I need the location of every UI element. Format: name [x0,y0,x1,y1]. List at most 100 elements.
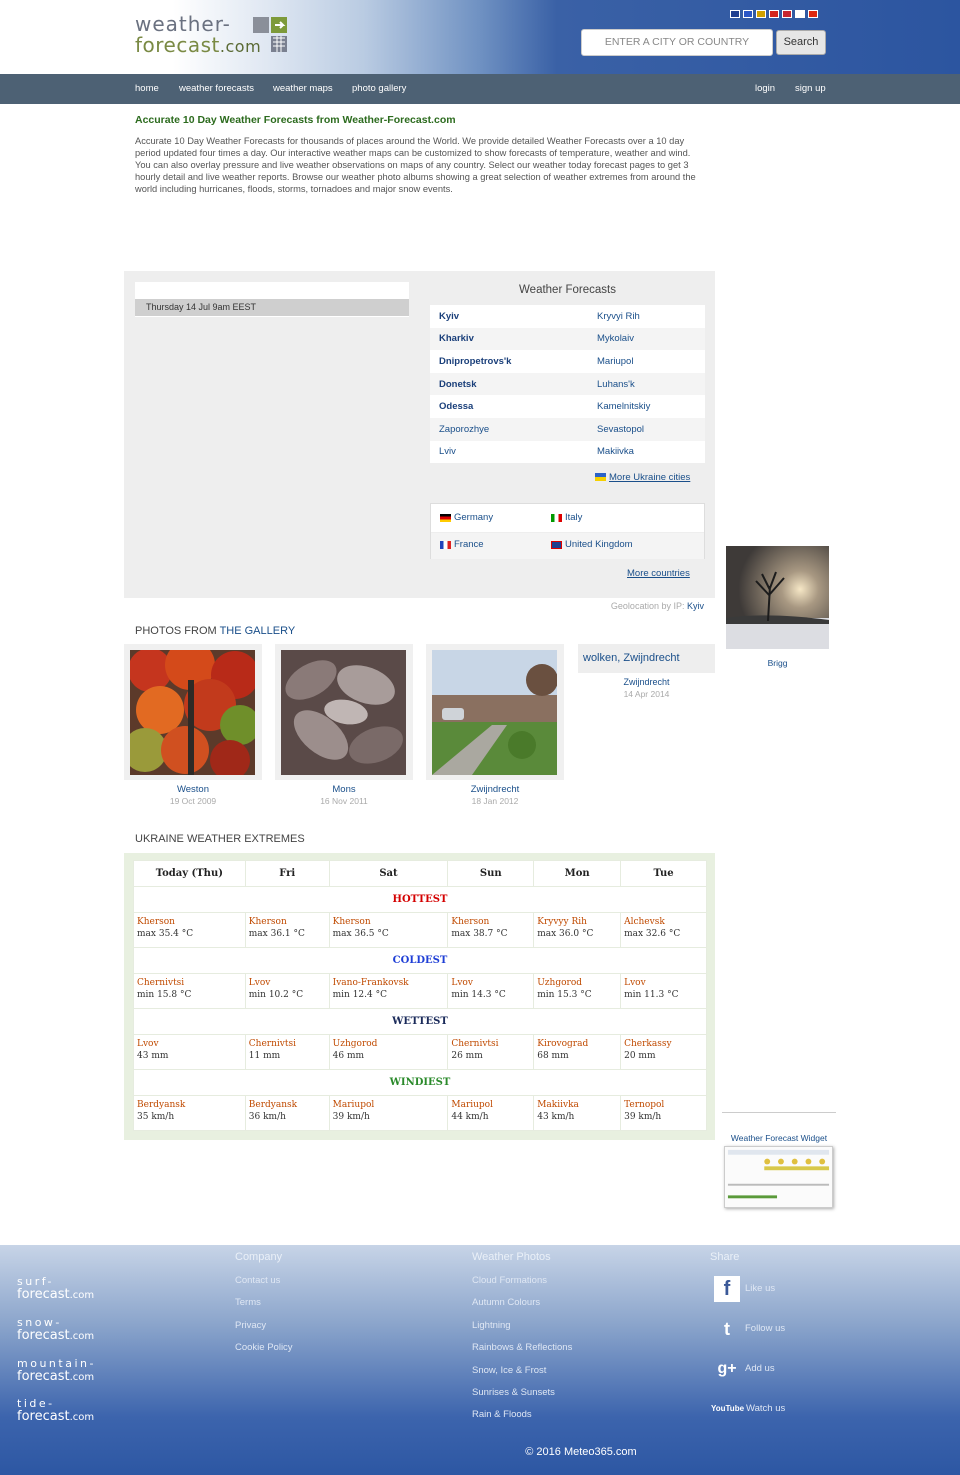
city-link[interactable]: Mariupol [588,356,705,367]
extreme-city-link[interactable]: Berdyansk [137,1099,242,1111]
es-flag-icon[interactable] [769,10,779,18]
widget-preview-image[interactable] [724,1146,833,1208]
extreme-city-link[interactable]: Kirovograd [537,1038,617,1050]
city-link[interactable]: Makiivka [588,446,705,457]
share-label[interactable]: Add us [745,1363,775,1374]
footer-company-link[interactable]: Privacy [235,1320,266,1331]
partner-logo-mountain[interactable]: mountain-forecast.com [17,1357,96,1384]
extreme-city-link[interactable]: Alchevsk [624,916,703,928]
more-ukraine-cities-link[interactable]: More Ukraine cities [595,472,690,483]
extreme-city-link[interactable]: Chernivtsi [451,1038,530,1050]
city-link[interactable]: Mykolaiv [588,333,705,344]
extreme-city-link[interactable]: Ivano-Frankovsk [333,977,445,989]
extreme-city-link[interactable]: Lvov [451,977,530,989]
extreme-city-link[interactable]: Kherson [249,916,326,928]
extreme-city-link[interactable]: Chernivtsi [249,1038,326,1050]
city-link[interactable]: Zaporozhye [430,424,588,435]
city-link[interactable]: Kharkiv [430,333,588,344]
city-link[interactable]: Dnipropetrovs'k [430,356,588,367]
nav-login[interactable]: login [755,74,775,104]
copyright: © 2016 Meteo365.com [525,1446,637,1458]
side-photo-caption[interactable]: Brigg [726,658,829,668]
sunset-tree-photo[interactable] [726,546,829,649]
nav-home[interactable]: home [135,74,159,104]
country-italy[interactable]: Italy [551,512,582,523]
partner-logo-snow[interactable]: snow-forecast.com [17,1316,94,1343]
fr-flag-icon[interactable] [743,10,753,18]
footer-photo-link[interactable]: Lightning [472,1320,511,1331]
country-germany[interactable]: Germany [440,512,493,523]
gallery-link[interactable]: THE GALLERY [220,625,296,637]
more-countries-link[interactable]: More countries [627,568,690,579]
share-label[interactable]: Watch us [746,1403,785,1414]
extreme-city-link[interactable]: Lvov [137,1038,242,1050]
country-france[interactable]: France [440,539,484,550]
nav-weather-maps[interactable]: weather maps [273,74,333,104]
geolocation-city-link[interactable]: Kyiv [687,601,704,611]
partner-logo-surf[interactable]: surf-forecast.com [17,1275,94,1302]
extreme-city-link[interactable]: Berdyansk [249,1099,326,1111]
extreme-city-link[interactable]: Makiivka [537,1099,617,1111]
search-button[interactable]: Search [776,30,826,55]
gallery-caption-weston[interactable]: Weston [124,784,262,795]
city-link[interactable]: Odessa [430,401,588,412]
youtube-icon[interactable]: YouTube [711,1396,744,1422]
twitter-icon[interactable]: t [714,1316,740,1342]
footer-photo-link[interactable]: Cloud Formations [472,1275,547,1286]
gallery-caption-zwijndrecht[interactable]: Zwijndrecht [426,784,564,795]
extreme-city-link[interactable]: Chernivtsi [137,977,242,989]
gallery-caption-mons[interactable]: Mons [275,784,413,795]
gallery-text-title[interactable]: wolken, Zwijndrecht [578,644,715,673]
city-link[interactable]: Lviv [430,446,588,457]
footer-photo-link[interactable]: Sunrises & Sunsets [472,1387,555,1398]
gallery-photo-weston[interactable] [124,644,262,780]
city-link[interactable]: Donetsk [430,379,588,390]
share-label[interactable]: Follow us [745,1323,785,1334]
city-link[interactable]: Kyiv [430,311,588,322]
extreme-city-link[interactable]: Mariupol [451,1099,530,1111]
city-link[interactable]: Kamelnitskiy [588,401,705,412]
widget-title[interactable]: Weather Forecast Widget [722,1133,836,1143]
footer-photo-link[interactable]: Autumn Colours [472,1297,540,1308]
site-logo[interactable]: weather- forecast.com [135,14,295,58]
nav-photo-gallery[interactable]: photo gallery [352,74,406,104]
city-link[interactable]: Luhans'k [588,379,705,390]
cn-flag-icon[interactable] [808,10,818,18]
footer-photo-link[interactable]: Rain & Floods [472,1409,532,1420]
search-input[interactable]: ENTER A CITY OR COUNTRY [581,29,773,56]
share-label[interactable]: Like us [745,1283,775,1294]
extreme-city-link[interactable]: Lvov [624,977,703,989]
extreme-city-link[interactable]: Mariupol [333,1099,445,1111]
city-link[interactable]: Sevastopol [588,424,705,435]
nl-flag-icon[interactable] [782,10,792,18]
de-flag-icon[interactable] [756,10,766,18]
city-link[interactable]: Kryvyi Rih [588,311,705,322]
gallery-photo-zwijndrecht[interactable] [426,644,564,780]
jp-flag-icon[interactable] [795,10,805,18]
country-united-kingdom[interactable]: United Kingdom [551,539,633,550]
partner-logo-tide[interactable]: tide-forecast.com [17,1397,94,1424]
nav-signup[interactable]: sign up [795,74,826,104]
extreme-city-link[interactable]: Kherson [451,916,530,928]
extreme-city-link[interactable]: Lvov [249,977,326,989]
extreme-cell: Kherson max 36.5 °C [328,912,449,948]
frosty-leaves-photo [281,650,406,775]
footer-photo-link[interactable]: Snow, Ice & Frost [472,1365,546,1376]
extreme-city-link[interactable]: Ternopol [624,1099,703,1111]
footer-company-link[interactable]: Contact us [235,1275,280,1286]
extreme-city-link[interactable]: Uzhgorod [333,1038,445,1050]
google-plus-icon[interactable]: g+ [714,1356,740,1382]
footer-company-link[interactable]: Terms [235,1297,261,1308]
footer-photo-link[interactable]: Rainbows & Reflections [472,1342,572,1353]
extreme-city-link[interactable]: Kherson [333,916,445,928]
extreme-city-link[interactable]: Uzhgorod [537,977,617,989]
footer-company-link[interactable]: Cookie Policy [235,1342,293,1353]
extreme-city-link[interactable]: Kryvyy Rih [537,916,617,928]
gallery-photo-mons[interactable] [275,644,413,780]
gallery-text-caption[interactable]: Zwijndrecht [578,677,715,687]
extreme-city-link[interactable]: Cherkassy [624,1038,703,1050]
nav-weather-forecasts[interactable]: weather forecasts [179,74,254,104]
uk-flag-icon[interactable] [730,10,740,18]
facebook-icon[interactable]: f [714,1276,740,1302]
extreme-city-link[interactable]: Kherson [137,916,242,928]
